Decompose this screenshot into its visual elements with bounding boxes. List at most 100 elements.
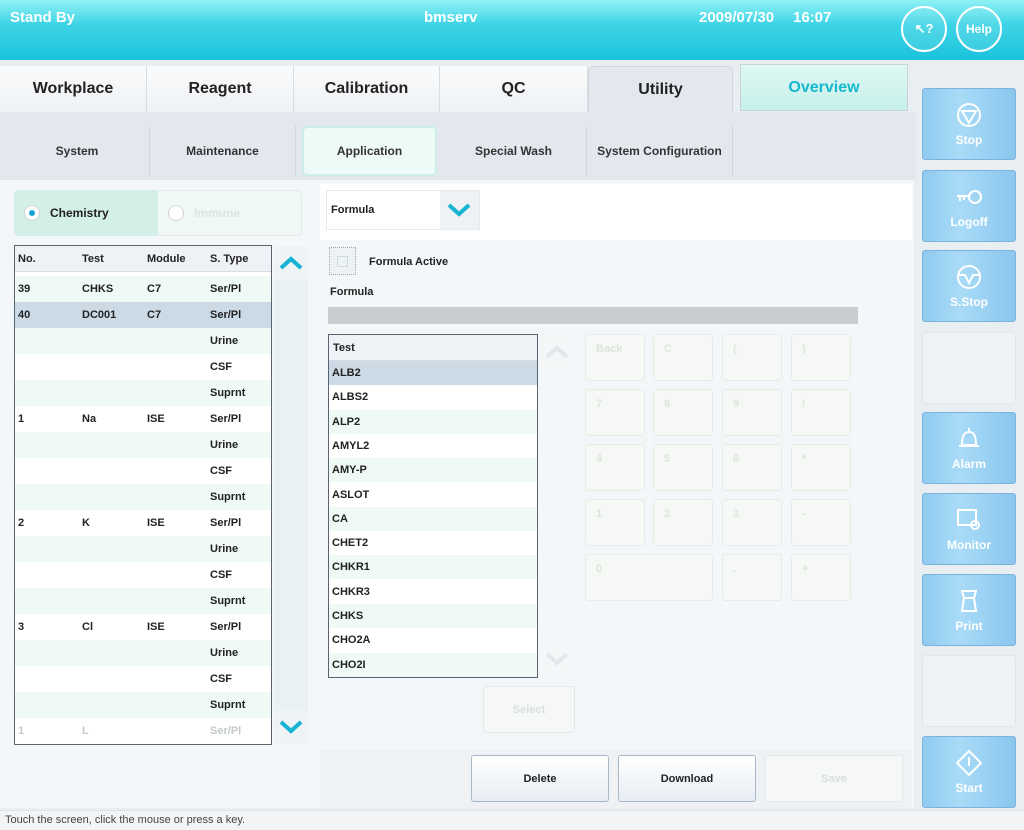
table-cell: CSF (210, 465, 232, 477)
view-select[interactable]: Formula (326, 190, 480, 230)
sidebar-label: Print (955, 618, 983, 633)
table-cell: Suprnt (210, 595, 246, 607)
table-cell: Suprnt (210, 387, 246, 399)
scroll-up-button[interactable] (274, 246, 308, 280)
table-row[interactable]: 3 Cl ISE Ser/Pl (15, 614, 271, 640)
table-row[interactable]: CSF (15, 354, 271, 380)
table-row[interactable]: 40 DC001 C7 Ser/Pl (15, 302, 271, 328)
status-text: Stand By (10, 9, 76, 26)
list-item-label: CHO2A (332, 634, 371, 647)
sidebar-label: Start (955, 780, 983, 795)
subtab-system-configuration[interactable]: System Configuration (587, 126, 733, 176)
tab-calibration[interactable]: Calibration (294, 66, 440, 112)
table-row[interactable]: Urine (15, 536, 271, 562)
table-row[interactable]: CSF (15, 562, 271, 588)
table-cell: Ser/Pl (210, 517, 242, 529)
stop-icon (956, 102, 982, 131)
dropdown-button[interactable] (439, 191, 479, 229)
list-item[interactable]: AMY-P (329, 458, 537, 483)
table-row[interactable]: Suprnt (15, 588, 271, 614)
tab-utility[interactable]: Utility (588, 66, 733, 112)
table-cell: Ser/Pl (210, 309, 242, 321)
table-cell: Urine (210, 647, 239, 659)
radio-immune: Immune (158, 190, 302, 236)
table-cell: Ser/Pl (210, 621, 242, 633)
table-row[interactable]: 1 L Ser/Pl (15, 718, 271, 744)
radio-selected-icon (24, 205, 40, 221)
table-row[interactable]: Suprnt (15, 692, 271, 718)
keypad-key: * (791, 444, 851, 491)
sidebar-empty-slot (922, 655, 1016, 727)
download-button[interactable]: Download (618, 755, 756, 802)
help-button[interactable]: Help (956, 6, 1002, 52)
table-row[interactable]: 1 Na ISE Ser/Pl (15, 406, 271, 432)
list-item[interactable]: CHO2A (329, 628, 537, 652)
list-item[interactable]: ALP2 (329, 409, 537, 434)
table-row[interactable]: Suprnt (15, 380, 271, 406)
list-item[interactable]: ASLOT (329, 483, 537, 507)
keypad-key: 1 (585, 499, 645, 546)
subtab-application[interactable]: Application (302, 126, 437, 176)
list-item[interactable]: AMYL2 (329, 434, 537, 458)
formula-field[interactable] (328, 307, 858, 324)
sidebar-print-button[interactable]: Print (922, 574, 1016, 646)
list-item-label: ALBS2 (332, 391, 369, 404)
sidebar-alarm-button[interactable]: Alarm (922, 412, 1016, 484)
sidebar-sstop-button[interactable]: S.Stop (922, 250, 1016, 322)
scroll-down-button[interactable] (274, 710, 308, 744)
table-row[interactable]: 2 K ISE Ser/Pl (15, 510, 271, 536)
list-item[interactable]: CHET2 (329, 531, 537, 555)
list-item[interactable]: ALB2 (329, 361, 537, 385)
context-help-button[interactable]: ↖? (901, 6, 947, 52)
table-cell: Ser/Pl (210, 725, 242, 737)
tab-overview[interactable]: Overview (740, 64, 908, 111)
chevron-up-icon (279, 256, 303, 270)
list-item-label: CHO2I (332, 658, 366, 671)
table-cell: Na (82, 413, 97, 425)
table-cell: ISE (147, 621, 165, 633)
table-row[interactable]: CSF (15, 666, 271, 692)
tab-qc[interactable]: QC (440, 66, 588, 112)
list-item-label: CA (332, 512, 348, 525)
tab-workplace[interactable]: Workplace (0, 66, 147, 112)
sidebar-label: Logoff (950, 214, 988, 229)
list-item[interactable]: ALBS2 (329, 385, 537, 409)
formula-label: Formula (330, 286, 374, 298)
monitor-icon (956, 507, 982, 536)
table-row[interactable]: Urine (15, 432, 271, 458)
list-scroll-down-button (540, 642, 574, 676)
keypad-key: . (722, 554, 782, 601)
table-row[interactable]: Urine (15, 640, 271, 666)
list-item[interactable]: CA (329, 506, 537, 531)
column-header: Module (147, 252, 186, 265)
radio-chemistry[interactable]: Chemistry (14, 190, 158, 236)
tab-reagent[interactable]: Reagent (147, 66, 294, 112)
table-row[interactable]: CSF (15, 458, 271, 484)
list-item[interactable]: CHKS (329, 604, 537, 628)
subtab-system[interactable]: System (5, 126, 150, 176)
delete-button[interactable]: Delete (471, 755, 609, 802)
formula-active-checkbox[interactable] (329, 247, 356, 275)
sidebar-start-button[interactable]: Start (922, 736, 1016, 808)
table-cell: Ser/Pl (210, 283, 242, 295)
list-item[interactable]: CHKR3 (329, 580, 537, 604)
table-row[interactable]: Suprnt (15, 484, 271, 510)
formula-active-label: Formula Active (369, 256, 449, 268)
column-header: S. Type (210, 252, 249, 265)
test-table-scrollbar[interactable] (274, 246, 308, 744)
table-cell: ISE (147, 517, 165, 529)
sidebar-logoff-button[interactable]: Logoff (922, 170, 1016, 242)
table-cell: Ser/Pl (210, 413, 242, 425)
sidebar-stop-button[interactable]: Stop (922, 88, 1016, 160)
subtab-maintenance[interactable]: Maintenance (150, 126, 296, 176)
sidebar-monitor-button[interactable]: Monitor (922, 493, 1016, 565)
table-cell: Suprnt (210, 491, 246, 503)
keypad-key: Back (585, 334, 645, 381)
user-name: bmserv (424, 9, 478, 26)
table-row[interactable]: 39 CHKS C7 Ser/Pl (15, 276, 271, 302)
list-item[interactable]: CHO2I (329, 652, 537, 677)
subtab-special-wash[interactable]: Special Wash (441, 126, 587, 176)
list-item[interactable]: CHKR1 (329, 555, 537, 580)
table-row[interactable]: Urine (15, 328, 271, 354)
table-cell: DC001 (82, 309, 117, 321)
